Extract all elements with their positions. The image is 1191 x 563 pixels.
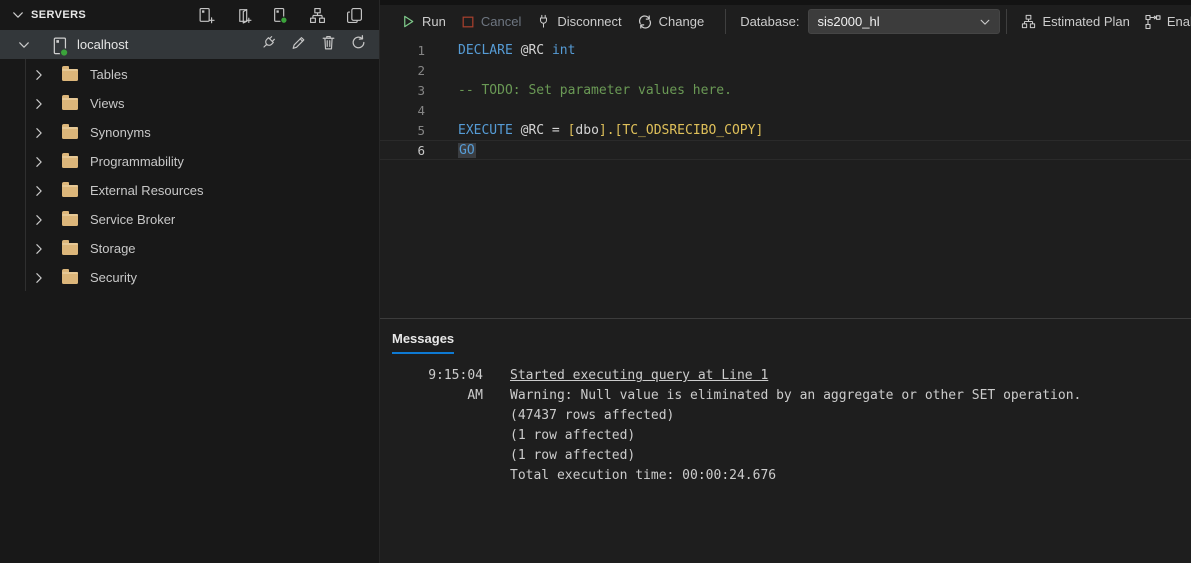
message-line: (47437 rows affected) [510, 406, 1081, 426]
enable-plan-nodes-icon [1145, 14, 1161, 30]
tree-indent-guide [25, 59, 26, 291]
folder-icon [62, 69, 78, 81]
estimated-plan-icon [1021, 14, 1036, 29]
run-button[interactable]: Run [401, 14, 446, 29]
edit-pencil-icon[interactable] [290, 34, 307, 56]
chevron-right-icon [33, 156, 45, 168]
selected-word: GO [458, 143, 476, 158]
query-toolbar: Run Cancel Disconnect Change Database: s… [380, 5, 1191, 38]
sidebar-item-storage[interactable]: Storage [0, 234, 379, 263]
disconnect-plug-icon[interactable] [260, 34, 277, 56]
message-line: Warning: Null value is eliminated by an … [510, 386, 1081, 406]
object-explorer-tree: Tables Views Synonyms Programmability Ex [0, 59, 379, 292]
new-server-group-icon[interactable] [235, 7, 252, 24]
chevron-down-icon [979, 16, 991, 28]
estimated-plan-button[interactable]: Estimated Plan [1021, 14, 1129, 29]
chevron-right-icon [33, 272, 45, 284]
chevron-right-icon [33, 127, 45, 139]
chevron-down-icon[interactable] [18, 39, 30, 51]
app-window: SERVERS [0, 0, 1191, 563]
connection-actions [260, 34, 367, 56]
servers-header: SERVERS [0, 0, 379, 30]
server-connected-icon [51, 37, 65, 53]
chevron-right-icon [33, 243, 45, 255]
message-line: (1 row affected) [510, 426, 1081, 446]
disconnect-button[interactable]: Disconnect [536, 14, 621, 29]
sidebar-item-security[interactable]: Security [0, 263, 379, 292]
message-line-link[interactable]: Started executing query at Line 1 [510, 366, 1081, 386]
database-dropdown-value: sis2000_hl [817, 14, 979, 29]
code-line: 2 [380, 60, 1191, 80]
duplicate-icon[interactable] [346, 7, 363, 24]
server-connection-row[interactable]: localhost [0, 30, 379, 59]
line-number: 2 [380, 63, 425, 78]
folder-icon [62, 98, 78, 110]
cancel-button[interactable]: Cancel [461, 14, 521, 29]
chevron-right-icon [33, 98, 45, 110]
sidebar-actions [198, 7, 363, 24]
sidebar-item-synonyms[interactable]: Synonyms [0, 118, 379, 147]
chevron-right-icon [33, 185, 45, 197]
enable-sqlcmd-button[interactable]: Enabl [1145, 14, 1191, 30]
change-connection-button[interactable]: Change [637, 14, 705, 30]
toolbar-divider [1006, 9, 1007, 34]
refresh-icon[interactable] [350, 34, 367, 56]
line-number: 6 [380, 143, 425, 158]
messages-content: 9:15:04 AM Started executing query at Li… [405, 366, 1191, 486]
message-line: Total execution time: 00:00:24.676 [510, 466, 1081, 486]
folder-icon [62, 243, 78, 255]
change-connection-icon [637, 14, 653, 30]
folder-icon [62, 214, 78, 226]
line-number: 1 [380, 43, 425, 58]
run-play-icon [401, 14, 416, 29]
connections-tree-icon[interactable] [309, 7, 326, 24]
line-number: 3 [380, 83, 425, 98]
active-connections-icon[interactable] [272, 7, 289, 24]
sidebar-item-service-broker[interactable]: Service Broker [0, 205, 379, 234]
code-line: 4 [380, 100, 1191, 120]
new-connection-icon[interactable] [198, 7, 215, 24]
code-line: 1 DECLARE @RC int [380, 40, 1191, 60]
sidebar-item-tables[interactable]: Tables [0, 60, 379, 89]
code-line: 3 -- TODO: Set parameter values here. [380, 80, 1191, 100]
sidebar-item-programmability[interactable]: Programmability [0, 147, 379, 176]
servers-sidebar: SERVERS [0, 0, 380, 563]
delete-trash-icon[interactable] [320, 34, 337, 56]
folder-icon [62, 272, 78, 284]
folder-icon [62, 127, 78, 139]
chevron-down-icon[interactable] [12, 9, 24, 21]
line-number: 4 [380, 103, 425, 118]
message-timestamp: 9:15:04 AM [405, 366, 483, 486]
query-editor-panel: Run Cancel Disconnect Change Database: s… [380, 0, 1191, 563]
database-label: Database: [740, 14, 799, 29]
database-dropdown[interactable]: sis2000_hl [808, 9, 1000, 34]
message-line: (1 row affected) [510, 446, 1081, 466]
tab-messages[interactable]: Messages [392, 331, 454, 354]
sidebar-item-views[interactable]: Views [0, 89, 379, 118]
folder-icon [62, 156, 78, 168]
connection-name: localhost [77, 37, 128, 52]
cancel-stop-icon [461, 15, 475, 29]
folder-icon [62, 185, 78, 197]
toolbar-divider [725, 9, 726, 34]
disconnect-plug-icon [536, 14, 551, 29]
code-line-current: 6 GO [380, 140, 1191, 160]
chevron-right-icon [33, 214, 45, 226]
line-number: 5 [380, 123, 425, 138]
chevron-right-icon [33, 69, 45, 81]
sidebar-item-external-resources[interactable]: External Resources [0, 176, 379, 205]
sql-code-editor[interactable]: 1 DECLARE @RC int 2 3 -- TODO: Set param… [380, 38, 1191, 318]
code-line: 5 EXECUTE @RC = [dbo].[TC_ODSRECIBO_COPY… [380, 120, 1191, 140]
messages-panel: Messages 9:15:04 AM Started executing qu… [380, 318, 1191, 563]
sidebar-title: SERVERS [31, 9, 86, 21]
